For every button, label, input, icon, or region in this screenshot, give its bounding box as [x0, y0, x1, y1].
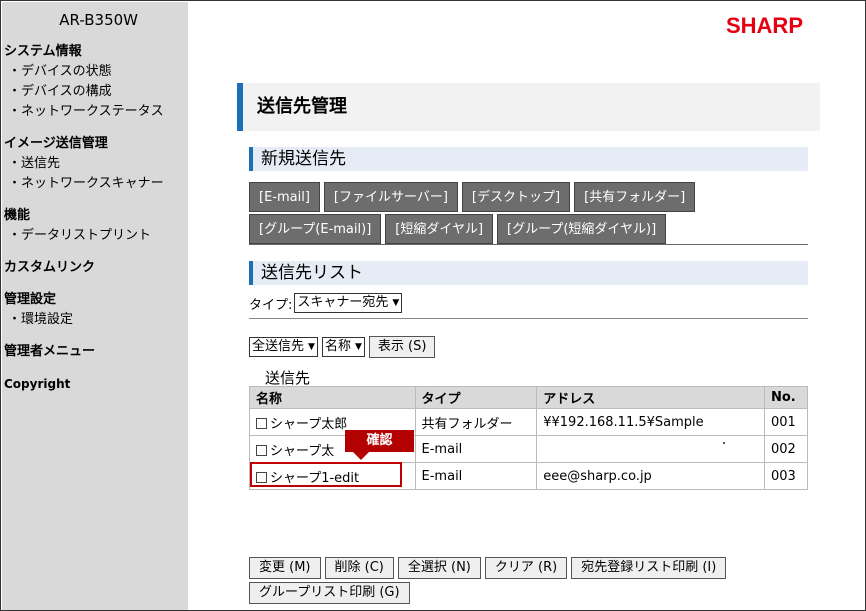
tab-file-server[interactable]: [ファイルサーバー]: [323, 182, 458, 212]
sidebar-section-title[interactable]: イメージ送信管理: [2, 134, 188, 154]
row-checkbox[interactable]: [256, 471, 267, 483]
destination-table: 名称 タイプ アドレス No. シャープ太郎 共有フォルダー ¥¥192.168…: [249, 386, 808, 490]
column-header-address: アドレス: [536, 386, 765, 409]
name-cell: シャープ1-edit: [249, 462, 416, 490]
print-group-list-button[interactable]: グループリスト印刷 (G): [249, 582, 410, 604]
tabs-divider: [249, 244, 808, 245]
column-header-name: 名称: [249, 386, 416, 409]
type-cell: E-mail: [414, 435, 538, 463]
type-cell: E-mail: [414, 462, 538, 490]
chevron-down-icon: ▼: [308, 342, 315, 352]
confirm-callout: 確認: [345, 430, 414, 460]
sidebar-section-title[interactable]: システム情報: [2, 42, 188, 62]
column-header-number: No.: [764, 386, 808, 409]
address-cell: [536, 435, 765, 463]
row-name-link[interactable]: シャープ太: [270, 444, 334, 459]
destination-list-heading: 送信先リスト: [249, 261, 808, 285]
table-header-row: 名称 タイプ アドレス No.: [249, 386, 808, 409]
tab-group-email[interactable]: [グループ(E-mail)]: [249, 214, 382, 244]
sidebar-section-title[interactable]: 管理者メニュー: [2, 342, 188, 362]
type-select[interactable]: スキャナー宛先 ▼: [294, 293, 403, 313]
destination-filter-select[interactable]: 全送信先 ▼: [249, 337, 318, 357]
list-caption: 送信先: [265, 369, 311, 387]
row-checkbox[interactable]: [256, 417, 267, 429]
tabs-row-1: [E-mail] [ファイルサーバー] [デスクトップ] [共有フォルダー]: [249, 182, 696, 212]
number-cell: 001: [764, 408, 808, 436]
action-buttons: 変更 (M) 削除 (C) 全選択 (N) クリア (R) 宛先登録リスト印刷 …: [249, 557, 809, 604]
type-cell: 共有フォルダー: [414, 408, 538, 436]
show-button[interactable]: 表示 (S): [368, 336, 436, 358]
sidebar-item-network-scanner[interactable]: ネットワークスキャナー: [2, 174, 188, 194]
destination-filter-value: 全送信先: [252, 339, 305, 354]
sidebar-item-device-status[interactable]: デバイスの状態: [2, 62, 188, 82]
sidebar-section-image-send: イメージ送信管理 送信先 ネットワークスキャナー: [2, 134, 188, 194]
edit-button[interactable]: 変更 (M): [249, 557, 321, 579]
sidebar-section-title[interactable]: 機能: [2, 206, 188, 226]
print-address-list-button[interactable]: 宛先登録リスト印刷 (I): [571, 557, 727, 579]
sidebar-section-custom-link: カスタムリンク: [2, 258, 188, 278]
type-filter-row: タイプ: スキャナー宛先 ▼: [249, 293, 403, 313]
select-all-button[interactable]: 全選択 (N): [397, 557, 481, 579]
chevron-down-icon: ▼: [354, 342, 362, 352]
sort-select-value: 名称: [324, 339, 351, 354]
sidebar-section-system: システム情報 デバイスの状態 デバイスの構成 ネットワークステータス: [2, 42, 188, 122]
sidebar-item-environment[interactable]: 環境設定: [2, 310, 188, 330]
new-destination-heading: 新規送信先: [249, 147, 808, 171]
type-divider: [249, 318, 808, 319]
table-row: シャープ太郎 共有フォルダー ¥¥192.168.11.5¥Sample 001: [249, 408, 808, 436]
sidebar-section-copyright: Copyright: [2, 374, 188, 394]
table-row: シャープ1-edit E-mail eee@sharp.co.jp 003: [249, 462, 808, 490]
stray-dot: [723, 442, 725, 444]
row-name-link[interactable]: シャープ太郎: [270, 417, 347, 432]
sidebar-section-admin-settings: 管理設定 環境設定: [2, 290, 188, 330]
sidebar-section-title[interactable]: 管理設定: [2, 290, 188, 310]
sidebar-item-data-list-print[interactable]: データリストプリント: [2, 226, 188, 246]
sidebar-item-network-status[interactable]: ネットワークステータス: [2, 102, 188, 122]
row-checkbox[interactable]: [256, 444, 267, 456]
sidebar-item-device-config[interactable]: デバイスの構成: [2, 82, 188, 102]
sidebar-item-destination[interactable]: 送信先: [2, 154, 188, 174]
browser-frame: AR-B350W システム情報 デバイスの状態 デバイスの構成 ネットワークステ…: [0, 0, 866, 611]
sidebar: AR-B350W システム情報 デバイスの状態 デバイスの構成 ネットワークステ…: [2, 2, 188, 610]
tab-speed-dial[interactable]: [短縮ダイヤル]: [385, 214, 494, 244]
sidebar-section-title[interactable]: カスタムリンク: [2, 258, 188, 278]
list-filter-row: 全送信先 ▼ 名称 ▼ 表示 (S): [249, 336, 436, 358]
row-name-link[interactable]: シャープ1-edit: [270, 471, 359, 486]
tab-shared-folder[interactable]: [共有フォルダー]: [574, 182, 696, 212]
model-name: AR-B350W: [59, 11, 138, 29]
page-title: 送信先管理: [237, 83, 820, 131]
address-cell: eee@sharp.co.jp: [536, 462, 765, 490]
tab-desktop[interactable]: [デスクトップ]: [461, 182, 571, 212]
type-select-value: スキャナー宛先: [297, 295, 389, 310]
sharp-logo: SHARP: [725, 13, 803, 38]
sidebar-section-title[interactable]: Copyright: [2, 374, 188, 394]
sidebar-section-functions: 機能 データリストプリント: [2, 206, 188, 246]
clear-button[interactable]: クリア (R): [484, 557, 568, 579]
sort-select[interactable]: 名称 ▼: [321, 337, 365, 357]
number-cell: 002: [764, 435, 808, 463]
column-header-type: タイプ: [414, 386, 538, 409]
tab-email[interactable]: [E-mail]: [249, 182, 320, 212]
number-cell: 003: [764, 462, 808, 490]
tabs-row-2: [グループ(E-mail)] [短縮ダイヤル] [グループ(短縮ダイヤル)]: [249, 214, 667, 244]
type-label: タイプ:: [249, 297, 293, 313]
delete-button[interactable]: 削除 (C): [324, 557, 394, 579]
table-row: シャープ太 E-mail 002: [249, 435, 808, 463]
chevron-down-icon: ▼: [392, 298, 400, 308]
tab-group-speed-dial[interactable]: [グループ(短縮ダイヤル)]: [497, 214, 667, 244]
address-cell: ¥¥192.168.11.5¥Sample: [536, 408, 765, 436]
sidebar-section-admin-menu: 管理者メニュー: [2, 342, 188, 362]
